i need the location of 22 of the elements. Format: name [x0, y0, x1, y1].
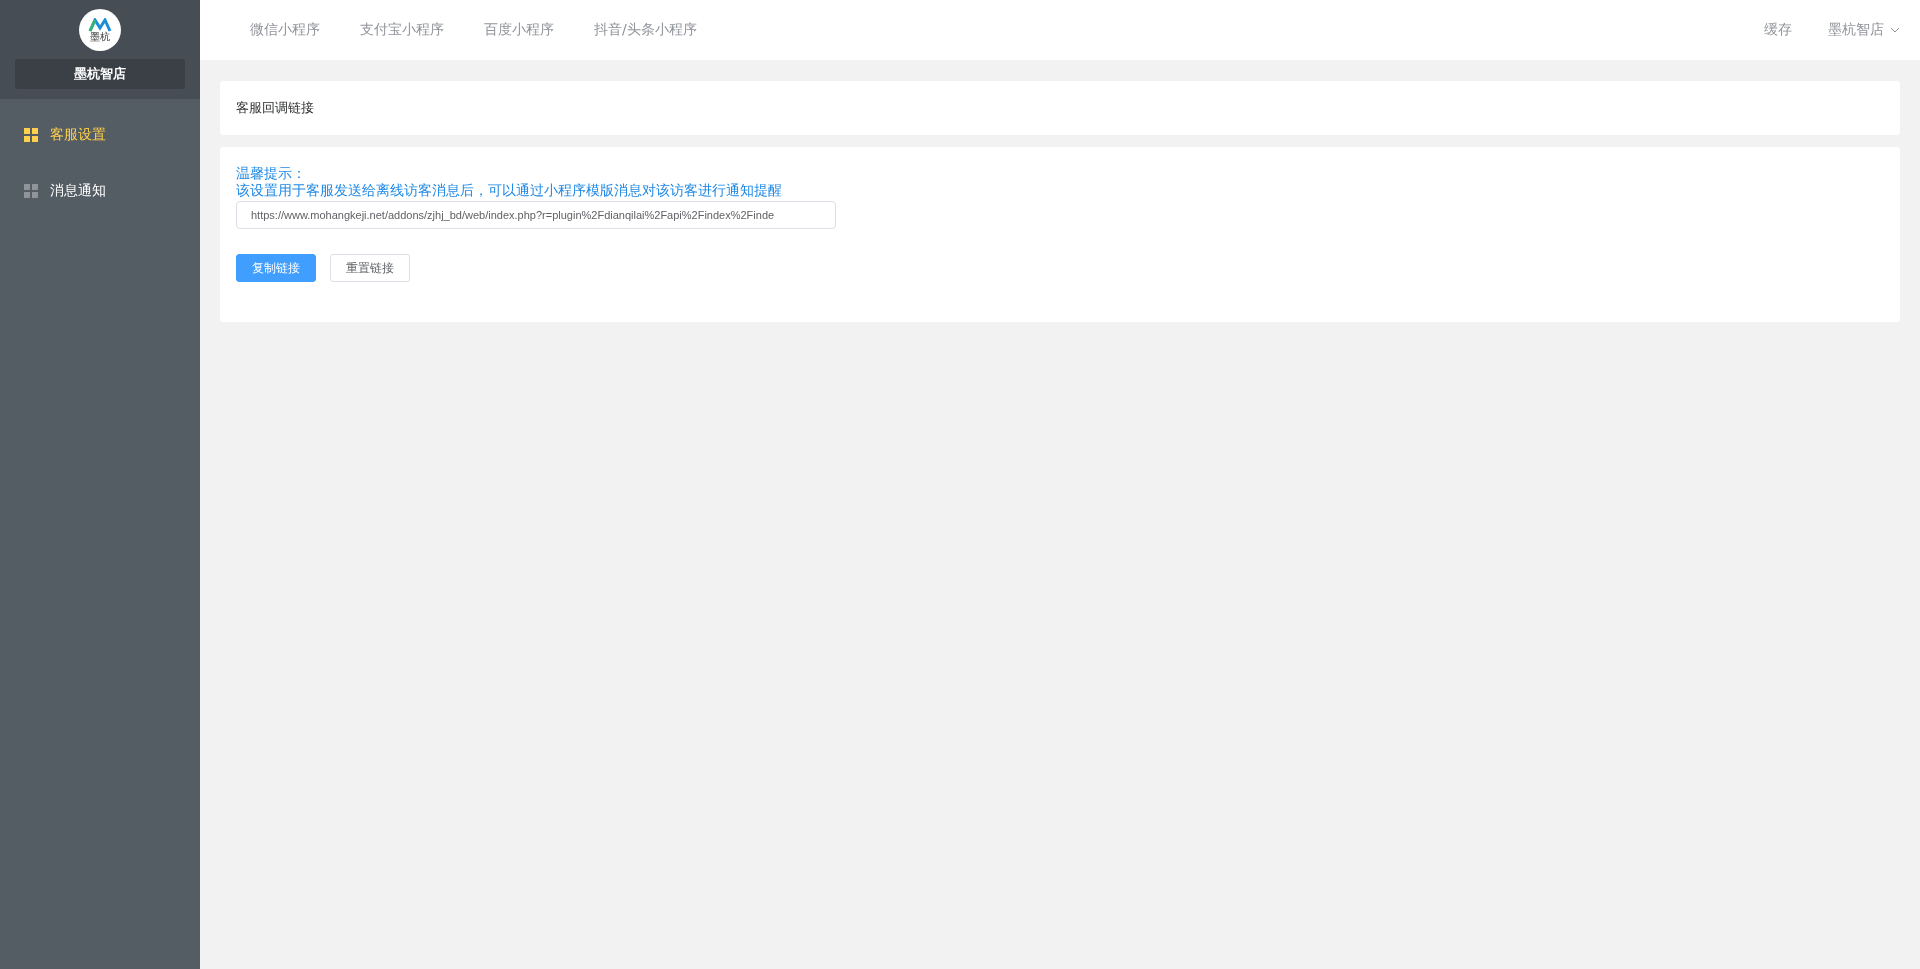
store-name: 墨杭智店	[15, 59, 185, 89]
account-name[interactable]: 墨杭智店	[1828, 21, 1884, 39]
nav-tab[interactable]: 抖音/头条小程序	[594, 21, 697, 39]
grid-icon	[24, 184, 38, 198]
logo-text: 墨杭	[90, 32, 110, 42]
tip-title: 温馨提示：	[236, 165, 307, 182]
copy-link-button[interactable]: 复制链接	[236, 254, 316, 282]
tip-text: 该设置用于客服发送给离线访客消息后，可以通过小程序模版消息对该访客进行通知提醒	[236, 182, 783, 199]
sidebar-item-label: 消息通知	[50, 182, 106, 200]
nav-tab[interactable]: 百度小程序	[484, 21, 554, 39]
nav-tab[interactable]: 微信小程序	[250, 21, 320, 39]
chevron-down-icon[interactable]	[1890, 27, 1900, 33]
link-field[interactable]: https://www.mohangkeji.net/addons/zjhj_bd/web/index.php?r=plugin%2Fdianqilai%2Fapi%2Findex%2Finde	[236, 201, 836, 229]
nav-tab[interactable]: 支付宝小程序	[360, 21, 444, 39]
sidebar-item[interactable]: 客服设置	[0, 107, 200, 163]
reset-link-button[interactable]: 重置链接	[330, 254, 410, 282]
card-title: 客服回调链接	[236, 99, 315, 117]
sidebar-item[interactable]: 消息通知	[0, 163, 200, 219]
cache-link[interactable]: 缓存	[1764, 21, 1792, 39]
grid-icon	[24, 128, 38, 142]
logo-mark-icon	[88, 18, 112, 32]
sidebar-item-label: 客服设置	[50, 126, 106, 144]
